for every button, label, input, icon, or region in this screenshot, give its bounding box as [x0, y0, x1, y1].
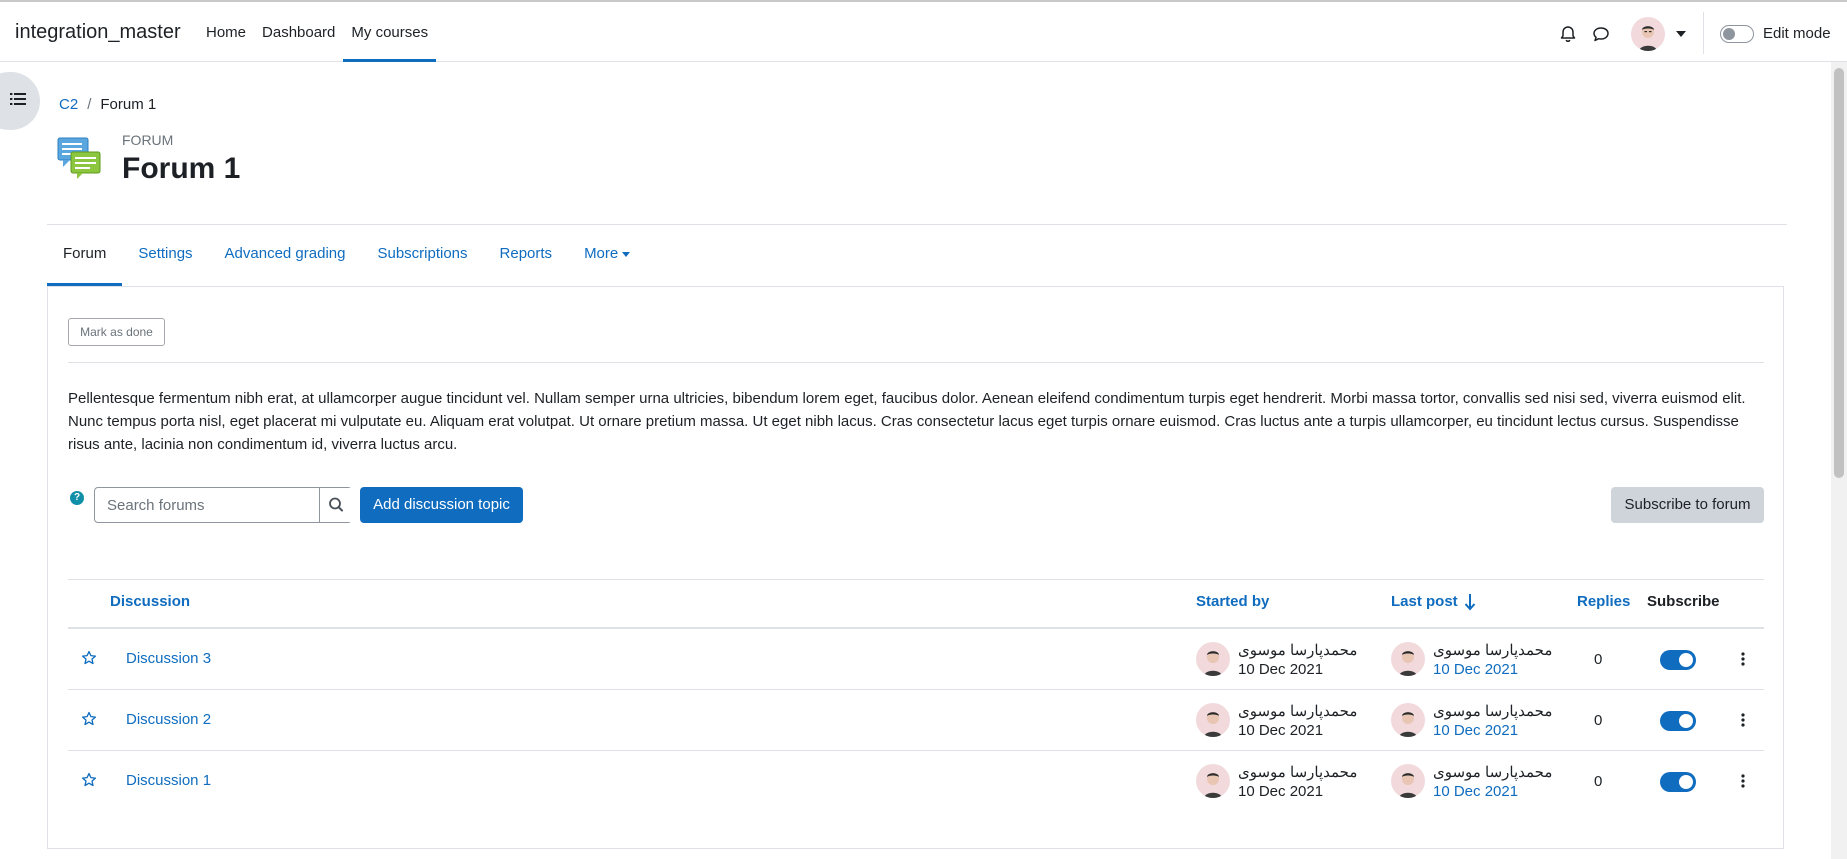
replies-count: 0	[1594, 712, 1603, 729]
tab-settings[interactable]: Settings	[122, 225, 208, 286]
last-post-date-link[interactable]: 10 Dec 2021	[1433, 661, 1518, 678]
toggle-knob	[1679, 775, 1693, 789]
chat-icon[interactable]	[1591, 24, 1611, 44]
last-post-date-link[interactable]: 10 Dec 2021	[1433, 783, 1518, 800]
star-icon[interactable]	[81, 772, 97, 788]
last-post-name[interactable]: محمدپارسا موسوی	[1433, 702, 1552, 720]
kebab-icon[interactable]	[1740, 650, 1746, 668]
forum-icon	[57, 137, 101, 179]
table-top-border	[68, 579, 1764, 580]
breadcrumb-separator: /	[87, 96, 92, 113]
tab-subscriptions[interactable]: Subscriptions	[361, 225, 483, 286]
navbar-divider	[1703, 12, 1704, 54]
started-date: 10 Dec 2021	[1238, 661, 1324, 678]
tab-more[interactable]: More	[568, 225, 646, 286]
top-navbar: integration_master Home Dashboard My cou…	[0, 0, 1847, 62]
search-forums-group	[94, 487, 352, 523]
bell-icon[interactable]	[1558, 24, 1578, 44]
last-post-name[interactable]: محمدپارسا موسوی	[1433, 763, 1552, 781]
toggle-knob	[1679, 653, 1693, 667]
subscribe-toggle[interactable]	[1660, 711, 1696, 731]
avatar[interactable]	[1196, 642, 1230, 676]
avatar-image	[1399, 773, 1417, 798]
avatar-image	[1204, 773, 1222, 798]
discussion-link[interactable]: Discussion 3	[126, 650, 211, 667]
table-row: Discussion 1 محمدپارسا موسوی 10 Dec 2021…	[68, 751, 1764, 812]
list-icon	[10, 93, 26, 105]
breadcrumb-current: Forum 1	[100, 96, 157, 113]
avatar-image	[1399, 712, 1417, 737]
subscribe-forum-button[interactable]: Subscribe to forum	[1611, 487, 1764, 523]
breadcrumb: C2 / Forum 1	[59, 96, 156, 113]
tab-forum[interactable]: Forum	[47, 225, 123, 286]
page-scrollbar[interactable]	[1831, 62, 1847, 859]
breadcrumb-course-link[interactable]: C2	[59, 96, 78, 113]
activity-divider	[68, 362, 1764, 363]
search-button[interactable]	[319, 488, 352, 522]
nav-my-courses[interactable]: My courses	[343, 2, 437, 62]
help-icon[interactable]: ?	[70, 491, 84, 505]
star-icon[interactable]	[81, 650, 97, 666]
replies-count: 0	[1594, 773, 1603, 790]
toggle-knob	[1679, 714, 1693, 728]
chevron-down-icon	[622, 251, 631, 257]
secondary-navigation: Forum Settings Advanced grading Subscrip…	[47, 225, 646, 286]
tab-reports[interactable]: Reports	[484, 225, 569, 286]
avatar[interactable]	[1196, 764, 1230, 798]
avatar-image	[1204, 651, 1222, 676]
search-icon	[329, 497, 343, 512]
subscribe-toggle[interactable]	[1660, 650, 1696, 670]
kebab-icon[interactable]	[1740, 711, 1746, 729]
toggle-knob	[1723, 28, 1735, 40]
started-by-name[interactable]: محمدپارسا موسوی	[1238, 641, 1357, 659]
header-last-post[interactable]: Last post	[1391, 593, 1458, 610]
started-date: 10 Dec 2021	[1238, 722, 1324, 739]
table-row: Discussion 2 محمدپارسا موسوی 10 Dec 2021…	[68, 690, 1764, 751]
edit-mode-label: Edit mode	[1763, 25, 1831, 42]
page-kicker: FORUM	[122, 132, 174, 148]
arrow-down-icon[interactable]	[1464, 593, 1476, 611]
header-subscribe: Subscribe	[1647, 593, 1720, 610]
discussion-link[interactable]: Discussion 1	[126, 772, 211, 789]
nav-dashboard[interactable]: Dashboard	[254, 2, 343, 62]
avatar[interactable]	[1391, 642, 1425, 676]
avatar[interactable]	[1391, 703, 1425, 737]
table-row: Discussion 3 محمدپارسا موسوی 10 Dec 2021…	[68, 629, 1764, 690]
mark-as-done-button[interactable]: Mark as done	[68, 318, 165, 346]
star-icon[interactable]	[81, 711, 97, 727]
kebab-icon[interactable]	[1740, 772, 1746, 790]
edit-mode-toggle[interactable]	[1720, 25, 1754, 43]
user-menu-caret-icon[interactable]	[1676, 31, 1686, 37]
search-input[interactable]	[95, 488, 319, 522]
started-by-name[interactable]: محمدپارسا موسوی	[1238, 702, 1357, 720]
replies-count: 0	[1594, 651, 1603, 668]
nav-home[interactable]: Home	[198, 2, 254, 62]
scrollbar-thumb[interactable]	[1834, 68, 1844, 478]
site-brand[interactable]: integration_master	[15, 21, 181, 44]
started-date: 10 Dec 2021	[1238, 783, 1324, 800]
page-title: Forum 1	[122, 152, 241, 185]
forum-intro: Pellentesque fermentum nibh erat, at ull…	[68, 390, 1746, 453]
avatar[interactable]	[1196, 703, 1230, 737]
header-replies[interactable]: Replies	[1577, 593, 1630, 610]
tab-more-label: More	[584, 245, 619, 262]
last-post-name[interactable]: محمدپارسا موسوی	[1433, 641, 1552, 659]
primary-navigation: Home Dashboard My courses	[198, 2, 437, 62]
avatar-image	[1204, 712, 1222, 737]
header-started-by[interactable]: Started by	[1196, 593, 1269, 610]
avatar-image	[1399, 651, 1417, 676]
header-discussion[interactable]: Discussion	[110, 593, 190, 610]
tab-advanced-grading[interactable]: Advanced grading	[209, 225, 362, 286]
discussion-link[interactable]: Discussion 2	[126, 711, 211, 728]
user-avatar[interactable]	[1631, 17, 1665, 51]
avatar[interactable]	[1391, 764, 1425, 798]
add-discussion-button[interactable]: Add discussion topic	[360, 487, 523, 523]
started-by-name[interactable]: محمدپارسا موسوی	[1238, 763, 1357, 781]
user-avatar-image	[1639, 26, 1657, 51]
subscribe-toggle[interactable]	[1660, 772, 1696, 792]
last-post-date-link[interactable]: 10 Dec 2021	[1433, 722, 1518, 739]
